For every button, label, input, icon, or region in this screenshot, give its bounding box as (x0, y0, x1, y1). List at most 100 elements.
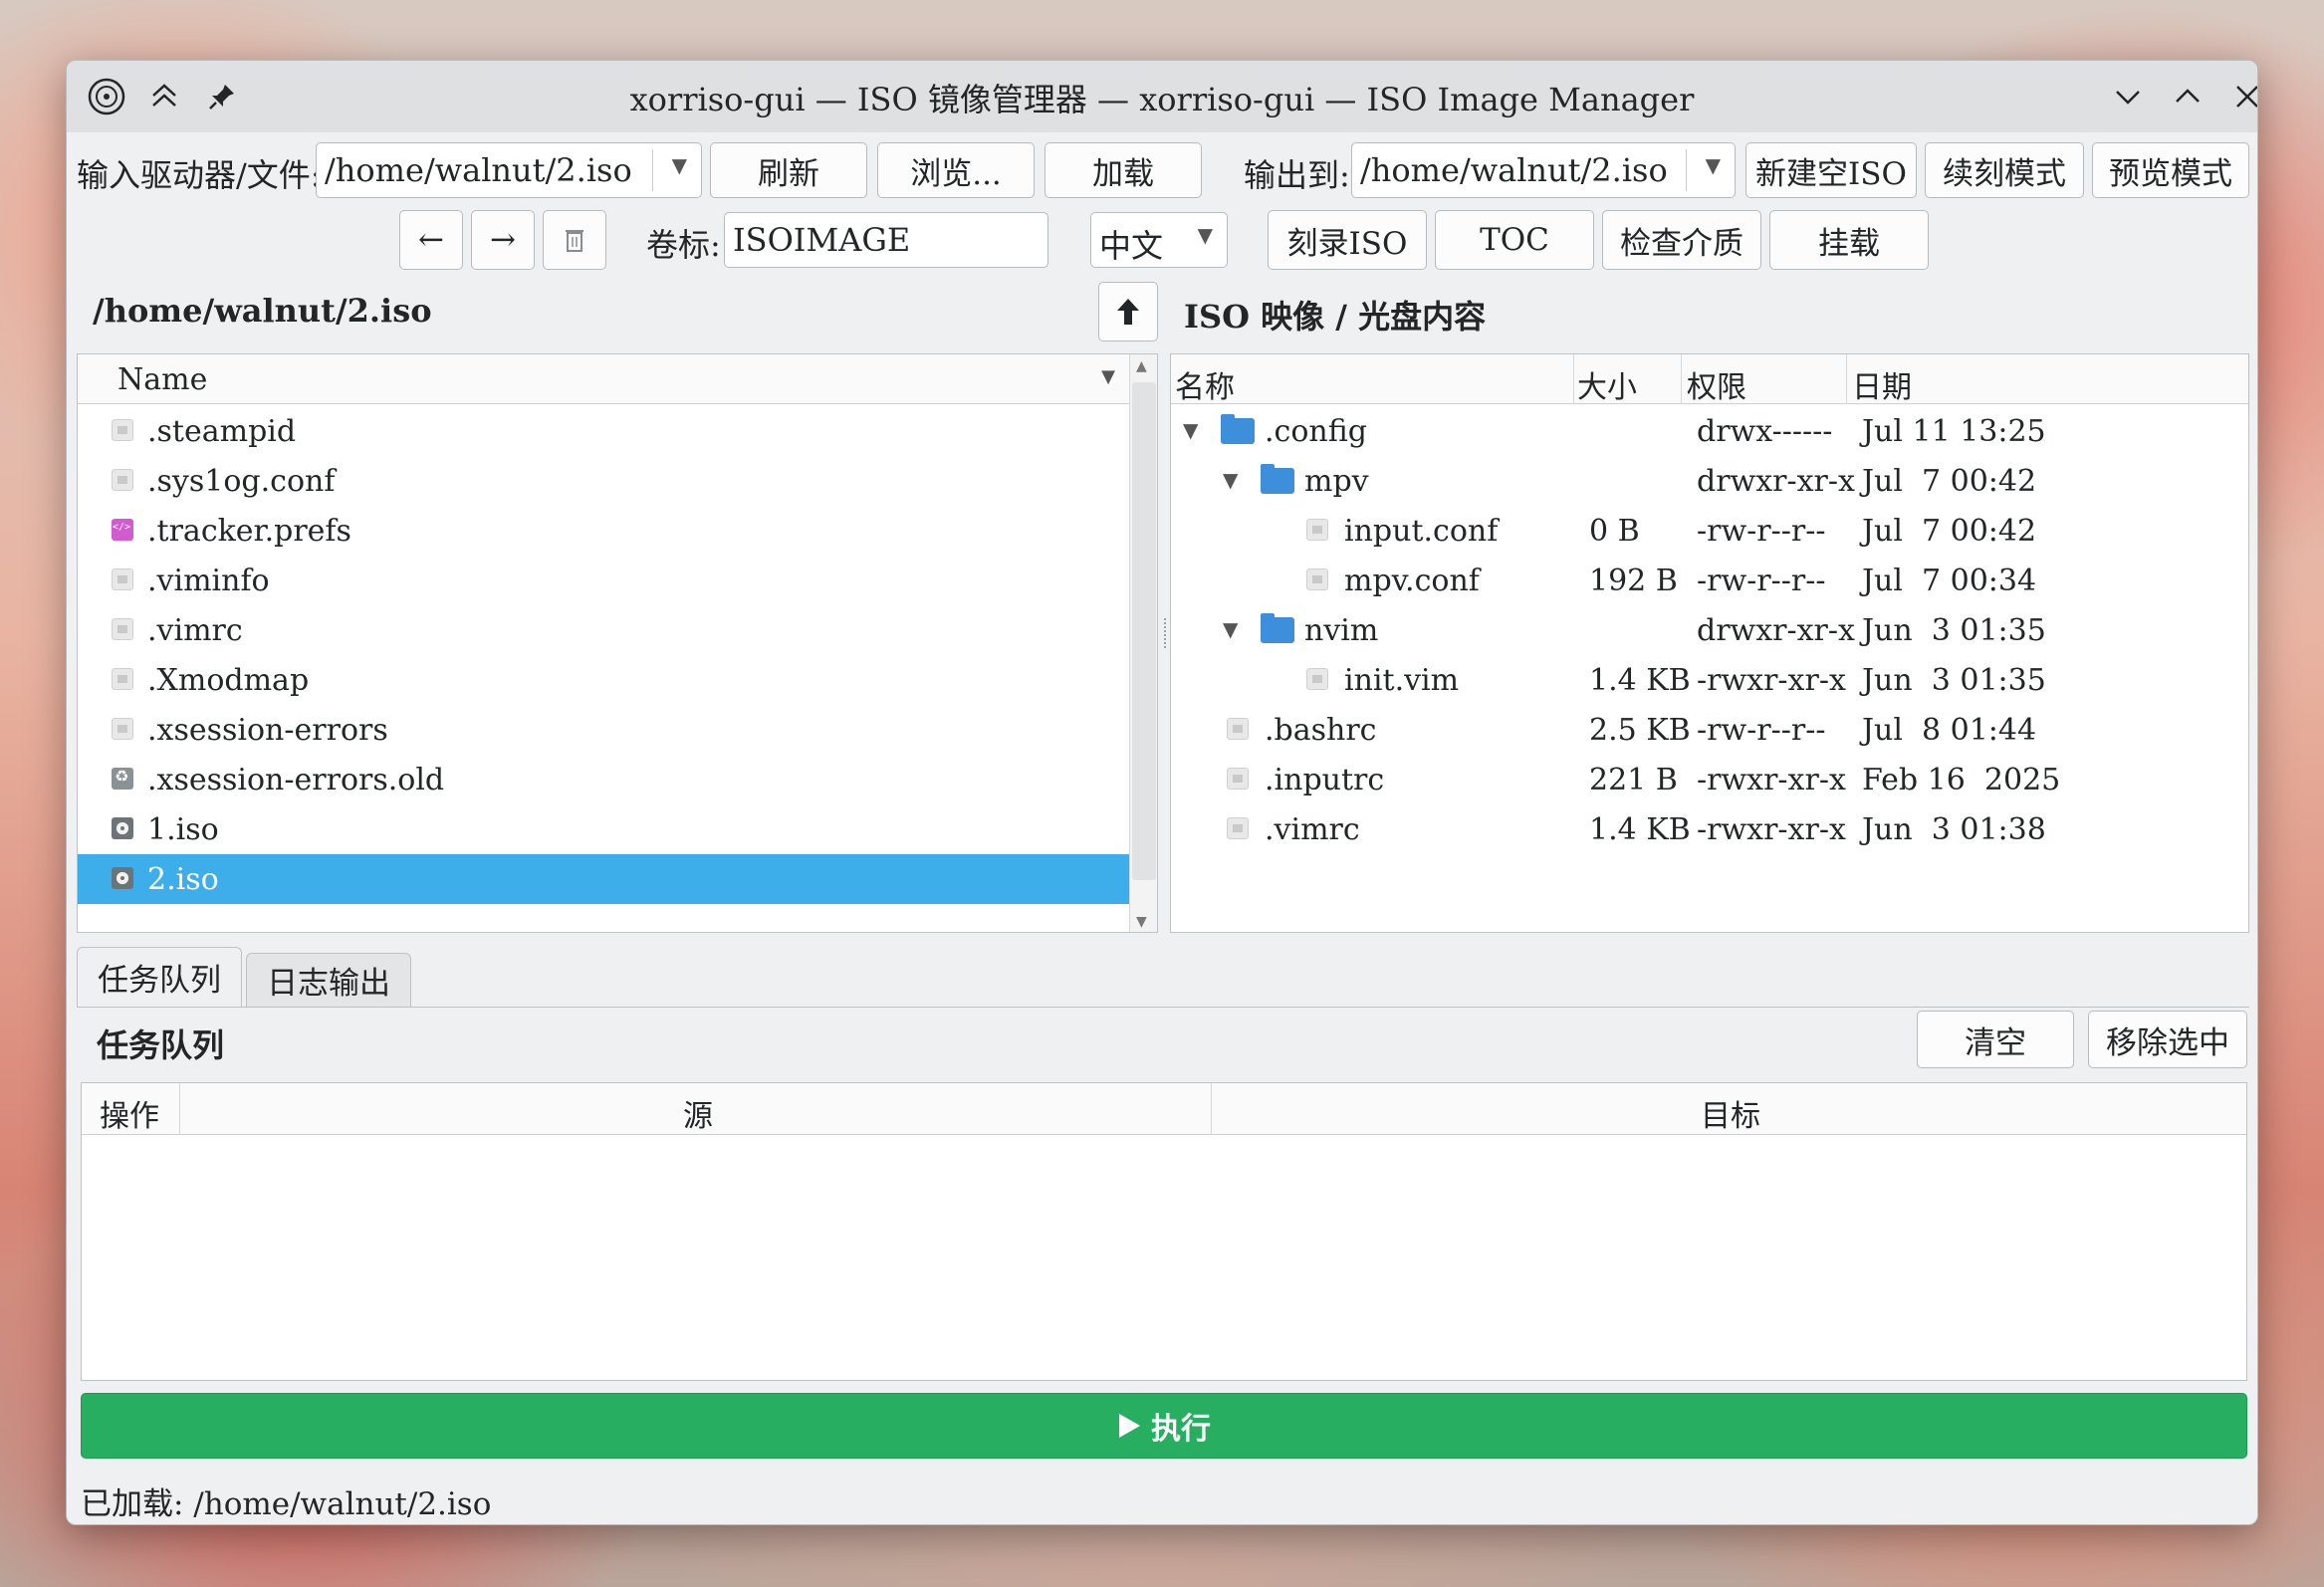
expand-arrow-icon[interactable]: ▼ (1223, 468, 1238, 492)
cell-name: mpv (1304, 464, 1369, 499)
local-file-list[interactable]: Name ▼ .steampid .sys1og.conf .tracker.pre… (77, 353, 1158, 933)
col-operation-header[interactable]: 操作 (100, 1091, 159, 1135)
back-button[interactable]: ← (399, 210, 463, 270)
cell-size: 192 B (1589, 564, 1678, 598)
cell-name: nvim (1304, 613, 1379, 648)
name-column-label: Name (117, 362, 208, 397)
vertical-scrollbar[interactable]: ▲ ▼ (1129, 354, 1157, 932)
browse-button[interactable]: 浏览... (877, 142, 1035, 198)
forward-button[interactable]: → (471, 210, 535, 270)
cell-perm: drwxr-xr-x (1697, 613, 1855, 648)
trash-icon (566, 230, 583, 252)
file-name: .sys1og.conf (147, 464, 336, 499)
file-name: .xsession-errors (147, 713, 388, 748)
close-icon[interactable] (2223, 73, 2257, 120)
language-combo[interactable]: 中文 ▼ (1090, 212, 1228, 268)
iso-content-heading: ISO 映像 / 光盘内容 (1184, 298, 1487, 336)
iso-content-tree[interactable]: 名称 大小 权限 日期 ▼ .config drwx------ Jul 11 13:… (1170, 353, 2249, 933)
pref-icon (112, 519, 133, 541)
tab-task-queue[interactable]: 任务队列 (77, 947, 242, 1007)
cell-date: Jul 7 00:42 (1862, 464, 2037, 499)
col-size-header[interactable]: 大小 (1577, 362, 1637, 406)
load-button[interactable]: 加载 (1045, 142, 1202, 198)
tree-row[interactable]: ▼ nvim drwxr-xr-x Jun 3 01:35 (1171, 605, 2248, 655)
cell-perm: -rwxr-xr-x (1697, 763, 1846, 797)
col-name-header[interactable]: 名称 (1175, 362, 1235, 406)
maximize-icon[interactable] (2164, 73, 2211, 120)
file-row[interactable]: .xsession-errors.old (78, 755, 1129, 804)
col-target-header[interactable]: 目标 (1701, 1091, 1760, 1135)
file-icon (112, 668, 133, 690)
volume-label: 卷标: (646, 226, 721, 264)
expand-arrow-icon[interactable]: ▼ (1223, 617, 1238, 641)
new-empty-iso-button[interactable]: 新建空ISO (1745, 142, 1917, 198)
name-column-header[interactable]: Name ▼ (78, 354, 1129, 404)
output-label: 输出到: (1244, 156, 1350, 194)
cell-name: mpv.conf (1344, 564, 1480, 598)
file-name: .tracker.prefs (147, 514, 351, 549)
folder-icon (1261, 613, 1294, 643)
cell-name: .inputrc (1265, 763, 1385, 797)
burn-iso-button[interactable]: 刻录ISO (1268, 210, 1427, 270)
file-icon (112, 568, 133, 590)
volume-input[interactable] (725, 213, 1047, 267)
file-row[interactable]: .Xmodmap (78, 655, 1129, 705)
col-source-header[interactable]: 源 (683, 1091, 713, 1135)
cell-date: Jul 7 00:34 (1862, 564, 2037, 598)
clear-queue-button[interactable]: 清空 (1917, 1011, 2074, 1068)
cell-date: Jul 8 01:44 (1862, 713, 2037, 748)
queue-columns-header: 操作 源 目标 (82, 1083, 2246, 1135)
arrow-up-icon (1117, 299, 1139, 325)
input-drive-combo[interactable]: /home/walnut/2.iso ▼ (316, 142, 702, 198)
scroll-down-icon[interactable]: ▼ (1136, 914, 1147, 930)
file-name: 2.iso (147, 862, 219, 897)
tree-row[interactable]: .vimrc 1.4 KB -rwxr-xr-x Jun 3 01:38 (1171, 804, 2248, 854)
file-icon (112, 419, 133, 441)
iso-icon (112, 867, 133, 889)
go-up-button[interactable] (1098, 282, 1158, 341)
file-icon (112, 469, 133, 491)
file-row[interactable]: 1.iso (78, 804, 1129, 854)
cell-name: .vimrc (1265, 812, 1360, 847)
cell-name: init.vim (1344, 663, 1460, 698)
toc-button[interactable]: TOC (1435, 210, 1594, 270)
input-drive-value: /home/walnut/2.iso (325, 151, 632, 189)
tree-row[interactable]: input.conf 0 B -rw-r--r-- Jul 7 00:42 (1171, 506, 2248, 556)
check-media-button[interactable]: 检查介质 (1602, 210, 1761, 270)
tree-row[interactable]: init.vim 1.4 KB -rwxr-xr-x Jun 3 01:35 (1171, 655, 2248, 705)
iso-icon (112, 817, 133, 839)
file-row[interactable]: .xsession-errors (78, 705, 1129, 755)
tree-row[interactable]: .inputrc 221 B -rwxr-xr-x Feb 16 2025 (1171, 755, 2248, 804)
scroll-up-icon[interactable]: ▲ (1136, 358, 1147, 374)
expand-arrow-icon[interactable]: ▼ (1183, 418, 1198, 442)
volume-field[interactable] (724, 212, 1048, 268)
task-queue-table[interactable]: 操作 源 目标 (81, 1082, 2247, 1381)
left-path-heading: /home/walnut/2.iso (93, 292, 432, 330)
output-combo[interactable]: /home/walnut/2.iso ▼ (1351, 142, 1736, 198)
scroll-thumb[interactable] (1132, 382, 1156, 880)
mount-button[interactable]: 挂载 (1769, 210, 1929, 270)
preview-mode-button[interactable]: 预览模式 (2092, 142, 2249, 198)
file-row[interactable]: 2.iso (78, 854, 1129, 904)
title-bar: xorriso-gui — ISO 镜像管理器 — xorriso-gui — … (67, 61, 2257, 132)
file-row[interactable]: .tracker.prefs (78, 506, 1129, 556)
tree-row[interactable]: .bashrc 2.5 KB -rw-r--r-- Jul 8 01:44 (1171, 705, 2248, 755)
append-mode-button[interactable]: 续刻模式 (1925, 142, 2084, 198)
chevron-down-icon: ▼ (1705, 153, 1721, 177)
execute-button[interactable]: 执行 (81, 1393, 2247, 1459)
col-perm-header[interactable]: 权限 (1687, 362, 1746, 406)
minimize-icon[interactable] (2104, 73, 2152, 120)
file-row[interactable]: .steampid (78, 406, 1129, 456)
col-date-header[interactable]: 日期 (1852, 362, 1912, 406)
tree-row[interactable]: mpv.conf 192 B -rw-r--r-- Jul 7 00:34 (1171, 556, 2248, 605)
execute-label: 执行 (1151, 1412, 1211, 1447)
tab-log-output[interactable]: 日志输出 (246, 953, 411, 1007)
file-row[interactable]: .viminfo (78, 556, 1129, 605)
remove-selected-button[interactable]: 移除选中 (2088, 1011, 2247, 1068)
tree-row[interactable]: ▼ .config drwx------ Jul 11 13:25 (1171, 406, 2248, 456)
delete-button[interactable] (543, 210, 606, 270)
refresh-button[interactable]: 刷新 (710, 142, 867, 198)
file-row[interactable]: .vimrc (78, 605, 1129, 655)
file-row[interactable]: .sys1og.conf (78, 456, 1129, 506)
tree-row[interactable]: ▼ mpv drwxr-xr-x Jul 7 00:42 (1171, 456, 2248, 506)
